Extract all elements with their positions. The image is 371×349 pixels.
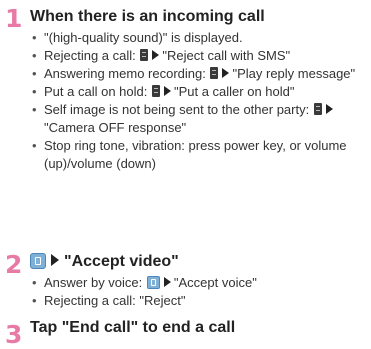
menu-key-icon (313, 103, 322, 115)
menu-key-icon (140, 49, 149, 61)
list-item: Self image is not being sent to the othe… (30, 101, 370, 137)
step-number-2: 2 (5, 250, 23, 279)
list-item: Answer by voice: "Accept voice" (30, 274, 370, 292)
step-2-bullets: Answer by voice: "Accept voice" Rejectin… (30, 274, 370, 310)
arrow-right-icon (51, 254, 59, 266)
menu-key-icon (151, 85, 160, 97)
step-number-1: 1 (5, 4, 23, 33)
list-item: "(high-quality sound)" is displayed. (30, 29, 370, 47)
list-item: Stop ring tone, vibration: press power k… (30, 137, 370, 173)
step-title-1: When there is an incoming call (30, 8, 265, 25)
list-item: Put a call on hold: "Put a caller on hol… (30, 83, 370, 101)
instruction-page: 1 When there is an incoming call "(high-… (0, 0, 371, 349)
menu-key-icon (210, 67, 219, 79)
step-title-2: "Accept video" (30, 252, 179, 272)
step-1-bullets: "(high-quality sound)" is displayed. Rej… (30, 29, 370, 173)
list-item: Rejecting a call: "Reject" (30, 292, 370, 310)
list-item: Answering memo recording: "Play reply me… (30, 65, 370, 83)
arrow-right-icon (163, 277, 171, 287)
arrow-right-icon (152, 50, 160, 60)
list-item: Rejecting a call: "Reject call with SMS" (30, 47, 370, 65)
arrow-right-icon (325, 104, 333, 114)
step-title-3: Tap "End call" to end a call (30, 319, 236, 336)
step-number-3: 3 (5, 320, 23, 349)
video-call-icon (146, 276, 160, 289)
arrow-right-icon (222, 68, 230, 78)
arrow-right-icon (163, 86, 171, 96)
video-call-icon (30, 253, 46, 269)
